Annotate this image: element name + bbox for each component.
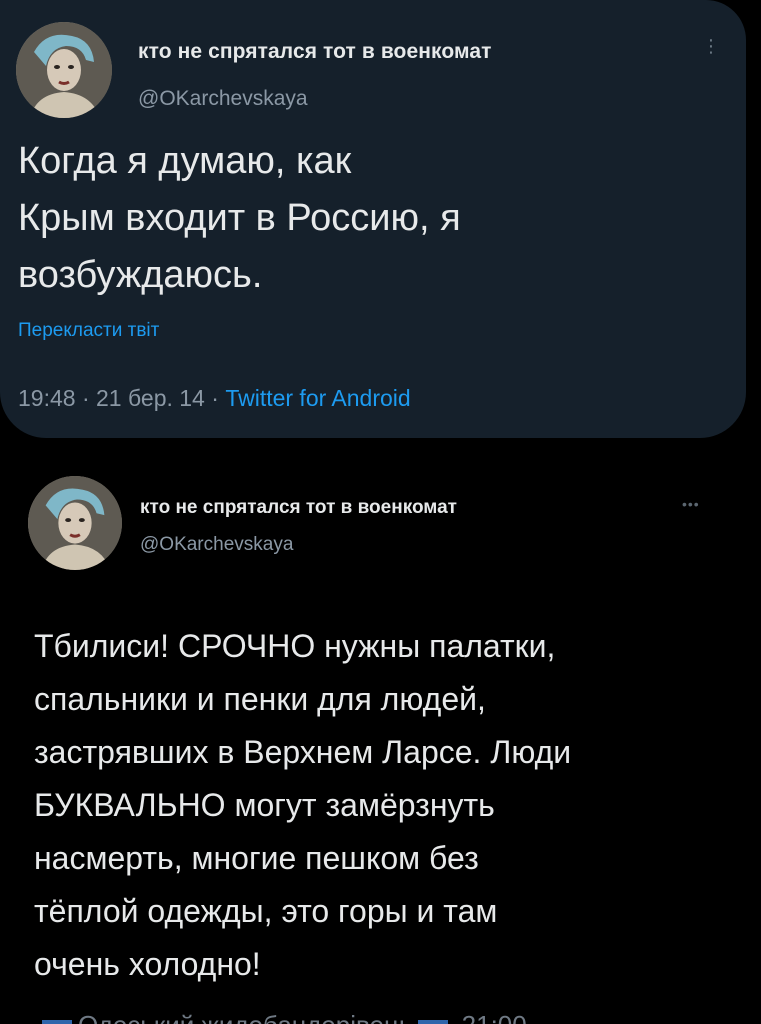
tweet-text-line: застрявших в Верхнем Ларсе. Люди (34, 734, 572, 770)
tweet-text-line: БУКВАЛЬНО могут замёрзнуть (34, 787, 495, 823)
avatar[interactable] (28, 476, 122, 570)
next-tweet-time: 21:00 (462, 1010, 527, 1024)
tweet-text-line: Тбилиси! СРОЧНО нужны палатки, (34, 628, 556, 664)
tweet-date[interactable]: 21 бер. 14 (96, 385, 205, 411)
translate-tweet-link[interactable]: Перекласти твіт (18, 320, 159, 342)
tweet-metadata: 19:48 · 21 бер. 14 · Twitter for Android (18, 385, 411, 412)
vertical-dots-icon[interactable]: ⋮ (702, 37, 720, 76)
separator-dot: · (81, 385, 97, 411)
user-handle[interactable]: @OKarchevskaya (138, 87, 308, 111)
tweet-text-line: возбуждаюсь. (18, 254, 263, 296)
next-tweet-author: Одеський жидобандерівець (78, 1010, 412, 1024)
horizontal-dots-icon[interactable]: ••• (682, 496, 700, 512)
tweet-card-1[interactable]: кто не спрятался тот в военкомат @OKarch… (0, 0, 746, 438)
tweet-text-line: Крым входит в Россию, я (18, 197, 461, 239)
tweet-text-line: спальники и пенки для людей, (34, 681, 486, 717)
tweet-time[interactable]: 19:48 (18, 385, 76, 411)
tweet-source-link[interactable]: Twitter for Android (225, 385, 410, 411)
avatar-photo (28, 476, 122, 570)
display-name[interactable]: кто не спрятался тот в военкомат (140, 497, 457, 519)
tweet-text-line: очень холодно! (34, 946, 261, 982)
tweet-text-line: насмерть, многие пешком без (34, 840, 479, 876)
user-handle[interactable]: @OKarchevskaya (140, 534, 293, 556)
flag-icon (42, 1020, 72, 1024)
tweet-text: Когда я думаю, как Крым входит в Россию,… (18, 133, 618, 304)
separator-dot: · (211, 385, 226, 411)
avatar-photo (16, 22, 112, 118)
next-tweet-partial[interactable]: Одеський жидобандерівець 21:00 (36, 1010, 527, 1024)
tweet-text: Тбилиси! СРОЧНО нужны палатки, спальники… (34, 620, 734, 991)
tweet-text-line: Когда я думаю, как (18, 140, 352, 182)
display-name[interactable]: кто не спрятался тот в военкомат (138, 40, 492, 64)
tweet-text-line: тёплой одежды, это горы и там (34, 893, 498, 929)
avatar[interactable] (16, 22, 112, 118)
screenshot: кто не спрятался тот в военкомат @OKarch… (0, 0, 761, 1024)
flag-icon (418, 1020, 449, 1024)
